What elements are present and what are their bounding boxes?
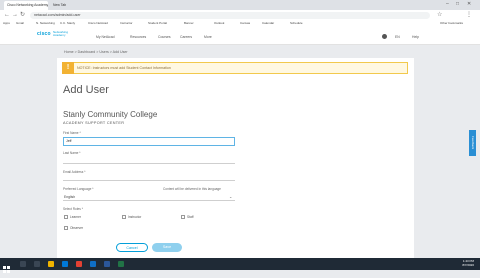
window-close-icon[interactable]: ✕ — [467, 1, 471, 7]
bookmark-item[interactable]: Student Portal — [148, 21, 167, 26]
role-instructor-label: Instructor — [128, 214, 142, 219]
role-learner-checkbox[interactable] — [64, 214, 68, 219]
clock-date: 8/7/2020 — [462, 263, 474, 267]
browser-tab-active[interactable]: Cisco Networking Academy - Add User — [4, 1, 48, 10]
help-link[interactable]: Help — [412, 35, 419, 39]
language-note: Content will be delivered in this langua… — [163, 187, 221, 191]
excel-icon[interactable] — [118, 261, 124, 267]
feedback-tab[interactable]: Feedback — [469, 130, 476, 156]
bookmark-item[interactable]: Outlook — [214, 21, 224, 26]
nav-my-netacad[interactable]: My NetAcad — [96, 35, 114, 39]
outlook-icon[interactable] — [90, 261, 96, 267]
bookmark-item[interactable]: Banner — [184, 21, 194, 26]
language-select[interactable]: English — [64, 195, 75, 199]
breadcrumb[interactable]: Home > Dashboard > Users > Add User — [64, 50, 128, 54]
tab-strip — [0, 0, 480, 10]
last-name-label: Last Name * — [63, 151, 81, 155]
first-name-label: First Name * — [63, 131, 81, 135]
bookmark-item[interactable]: C.C. Stanly — [60, 21, 75, 26]
org-subtitle: ACADEMY SUPPORT CENTER — [63, 121, 125, 125]
window-maximize-icon[interactable]: □ — [456, 1, 459, 7]
page-title: Add User — [63, 84, 109, 96]
user-avatar-icon[interactable] — [382, 34, 387, 39]
search-icon[interactable] — [20, 261, 26, 267]
roles-label: Select Roles * — [63, 207, 84, 211]
org-name: Stanly Community College — [63, 110, 158, 119]
bookmark-item[interactable]: Gmail — [16, 21, 24, 26]
cancel-button[interactable]: Cancel — [116, 243, 148, 252]
last-name-field[interactable] — [63, 163, 235, 164]
reload-icon[interactable]: ↻ — [20, 12, 25, 18]
nav-more[interactable]: More — [204, 35, 212, 39]
file-explorer-icon[interactable] — [48, 261, 54, 267]
nav-careers[interactable]: Careers — [180, 35, 192, 39]
nav-resources[interactable]: Resources — [130, 35, 146, 39]
content-card — [57, 58, 414, 270]
window-minimize-icon[interactable]: – — [446, 1, 449, 7]
role-learner-label: Learner — [70, 214, 81, 219]
back-icon[interactable]: ← — [4, 12, 10, 18]
forward-icon[interactable]: → — [12, 12, 18, 18]
bookmark-item[interactable]: Apps — [3, 21, 10, 26]
role-observer-label: Observer — [70, 226, 84, 230]
chevron-down-icon[interactable]: ⌄ — [229, 194, 232, 199]
word-icon[interactable] — [104, 261, 110, 267]
role-instructor-checkbox[interactable] — [122, 214, 126, 219]
logo-subtitle: Networking Academy — [53, 30, 69, 38]
bookmark-item[interactable]: Instructor — [120, 21, 133, 26]
browser-tab-new[interactable]: New Tab — [50, 1, 70, 10]
nav-courses[interactable]: Courses — [158, 35, 171, 39]
role-staff-checkbox[interactable] — [181, 214, 185, 219]
bookmark-item[interactable]: Schedule — [290, 21, 303, 26]
address-bar[interactable]: netacad.com/admin/add-user — [30, 11, 430, 19]
language-underline — [63, 200, 235, 201]
bookmark-item[interactable]: Cisco NetAcad — [88, 21, 108, 26]
star-icon[interactable]: ☆ — [437, 12, 442, 18]
first-name-field[interactable]: Jeff — [63, 137, 235, 146]
chrome-icon[interactable] — [76, 261, 82, 267]
language-selector[interactable]: EN — [395, 35, 400, 39]
warning-icon: ! — [62, 62, 74, 74]
bookmark-item[interactable]: Canvas — [240, 21, 250, 26]
edge-icon[interactable] — [62, 261, 68, 267]
language-label: Preferred Language * — [63, 187, 94, 191]
bookmark-item[interactable]: N. Networking — [36, 21, 55, 26]
windows-start-icon[interactable] — [3, 260, 10, 273]
bookmark-item[interactable]: Calendar — [262, 21, 274, 26]
email-field[interactable] — [63, 180, 235, 181]
menu-icon[interactable]: ⋮ — [466, 12, 472, 18]
cisco-logo[interactable]: cisco — [37, 31, 51, 37]
bookmark-item[interactable]: Other bookmarks — [440, 21, 463, 26]
role-observer-checkbox[interactable] — [64, 226, 68, 230]
taskbar — [0, 258, 480, 270]
task-view-icon[interactable] — [34, 261, 40, 267]
email-label: Email Address * — [63, 170, 86, 174]
warning-text[interactable]: NOTICE: Instructors must add Student Con… — [77, 66, 171, 70]
role-staff-label: Staff — [187, 214, 194, 219]
system-clock[interactable]: 1:43 PM 8/7/2020 — [450, 259, 474, 267]
save-button[interactable]: Save — [152, 243, 182, 252]
